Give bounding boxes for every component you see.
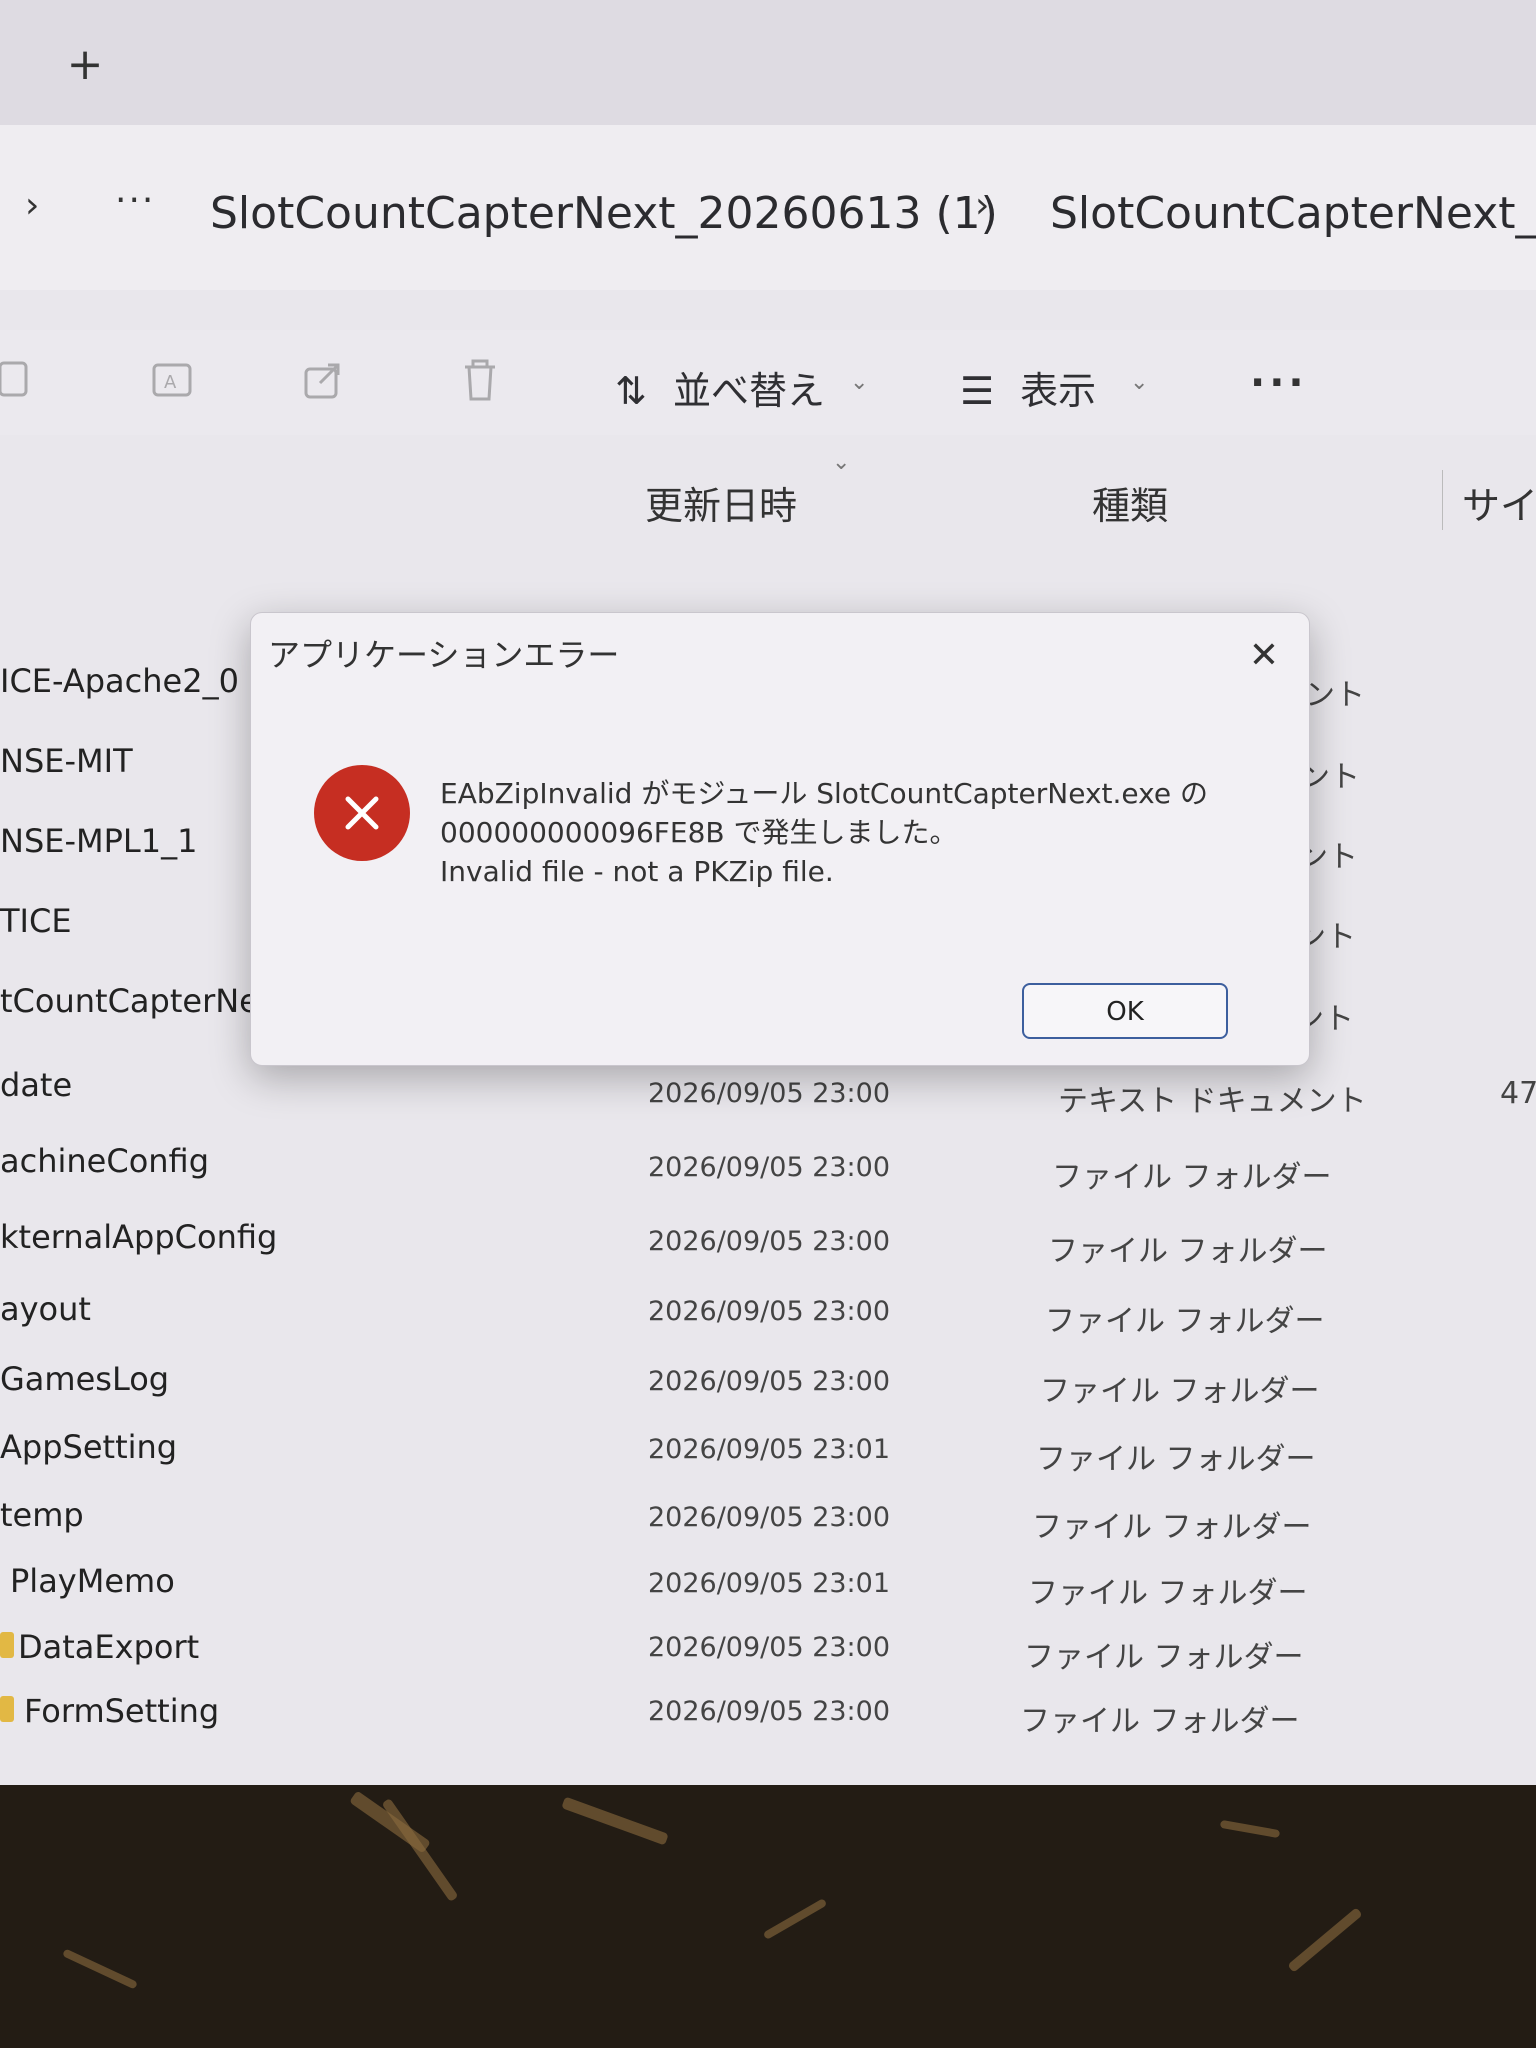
file-date: 2026/09/05 23:00 [648,1366,891,1397]
sort-button[interactable]: ⇅ 並べ替え [615,360,825,415]
chevron-down-icon: ⌄ [1130,370,1149,395]
more-options-button[interactable]: ··· [1250,360,1308,406]
chevron-right-icon: › [975,185,990,226]
file-type: テキスト ドキュメント [1058,1084,1367,1119]
file-name[interactable]: achineConfig [0,1142,209,1180]
file-name[interactable]: tCountCapterNex [0,982,277,1020]
tab-strip: + [0,0,1536,125]
close-icon[interactable]: ✕ [1240,632,1288,680]
file-name[interactable]: FormSetting [24,1692,219,1730]
rename-icon[interactable]: A [148,355,198,405]
file-name[interactable]: AppSetting [0,1428,177,1466]
desk-texture [1219,1819,1281,1839]
file-type: ファイル フォルダー [1040,1374,1320,1409]
desk-texture [1287,1907,1363,1973]
file-date: 2026/09/05 23:00 [648,1296,891,1327]
chevron-right-icon[interactable]: › [25,185,39,226]
new-tab-button[interactable]: + [50,30,120,100]
list-view-icon: ☰ [960,369,995,413]
file-date: 2026/09/05 23:01 [648,1568,891,1599]
ok-button[interactable]: OK [1022,983,1228,1039]
file-date: 2026/09/05 23:00 [648,1502,891,1533]
breadcrumb-item[interactable]: SlotCountCapterNext_20260613 (1) [210,188,998,239]
file-name[interactable]: date [0,1066,72,1104]
column-header-size[interactable]: サイズ [1462,475,1536,530]
file-type: ファイル フォルダー [1028,1576,1308,1611]
breadcrumb-item[interactable]: SlotCountCapterNext_20 [1050,188,1536,239]
desk-texture [561,1796,669,1846]
share-icon[interactable] [300,355,350,405]
file-explorer-window: + › ··· SlotCountCapterNext_20260613 (1)… [0,0,1536,1785]
file-name[interactable]: ICE-Apache2_0 [0,662,239,700]
file-size: 47 [1500,1076,1536,1111]
file-date: 2026/09/05 23:01 [648,1434,891,1465]
file-date: 2026/09/05 23:00 [648,1152,891,1183]
column-header-modified[interactable]: 更新日時 [645,475,797,530]
file-date: 2026/09/05 23:00 [648,1696,891,1727]
view-label: 表示 [1020,369,1097,413]
chevron-down-icon: ⌄ [850,370,869,395]
desk-texture [381,1797,459,1903]
file-name[interactable]: TICE [0,902,72,940]
file-date: 2026/09/05 23:00 [648,1226,891,1257]
file-type: ファイル フォルダー [1032,1510,1312,1545]
error-message-line: EAbZipInvalid がモジュール SlotCountCapterNext… [440,777,1208,810]
copy-icon[interactable] [0,355,40,405]
desk-surface [0,1785,1536,2048]
column-header-type[interactable]: 種類 [1092,475,1168,530]
file-type: ファイル フォルダー [1052,1160,1332,1195]
file-type: ファイル フォルダー [1024,1640,1304,1675]
file-name[interactable]: NSE-MIT [0,742,133,780]
desk-texture [762,1898,828,1940]
file-type: ント [1305,678,1365,713]
file-name[interactable]: NSE-MPL1_1 [0,822,197,860]
desk-texture [62,1948,138,1990]
file-name[interactable]: DataExport [18,1628,199,1666]
svg-text:A: A [164,372,177,393]
file-type: ファイル フォルダー [1048,1234,1328,1269]
folder-icon [0,1696,14,1722]
file-date: 2026/09/05 23:00 [648,1078,891,1109]
folder-icon [0,1632,14,1658]
error-message-line: 000000000096FE8B で発生しました。 [440,816,958,849]
file-type: ファイル フォルダー [1020,1704,1300,1739]
delete-icon[interactable] [455,355,505,405]
sort-arrows-icon: ⇅ [615,369,647,413]
error-x-icon [314,765,410,861]
sort-indicator-icon: ⌄ [832,450,851,475]
column-divider[interactable] [1442,470,1443,530]
sort-label: 並べ替え [672,369,825,413]
error-message-line: Invalid file - not a PKZip file. [440,855,834,888]
view-button[interactable]: ☰ 表示 [960,360,1096,415]
breadcrumb-more-button[interactable]: ··· [115,180,155,221]
file-name[interactable]: PlayMemo [10,1562,175,1600]
file-date: 2026/09/05 23:00 [648,1632,891,1663]
dialog-title: アプリケーションエラー [268,636,620,674]
file-name[interactable]: kternalAppConfig [0,1218,277,1256]
error-message: EAbZipInvalid がモジュール SlotCountCapterNext… [440,774,1208,891]
file-name[interactable]: GamesLog [0,1360,169,1398]
file-name[interactable]: ayout [0,1290,91,1328]
file-type: ファイル フォルダー [1036,1442,1316,1477]
file-type: ファイル フォルダー [1045,1304,1325,1339]
file-name[interactable]: temp [0,1496,84,1534]
